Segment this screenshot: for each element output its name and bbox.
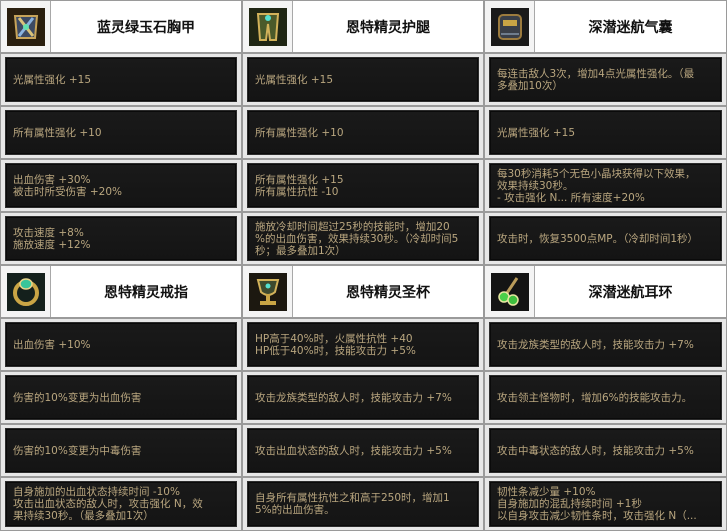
stat-text: 每连击敌人3次，增加4点光属性强化。（最 多叠加10次） — [489, 57, 722, 102]
item-header-ring[interactable]: 恩特精灵戒指 — [0, 265, 242, 318]
stat-text: 攻击中毒状态的敌人时，技能攻击力 +5% — [489, 428, 722, 473]
item-name: 深潜迷航耳环 — [588, 284, 673, 301]
item-name: 恩特精灵护腿 — [346, 19, 430, 36]
stat-cell: 攻击龙族类型的敌人时，技能攻击力 +7% — [484, 318, 727, 371]
item-header-earring[interactable]: 深潜迷航耳环 — [484, 265, 727, 318]
item-name: 深潜迷航气囊 — [588, 19, 673, 36]
ring-icon — [1, 266, 51, 317]
stat-text: 自身施加的出血状态持续时间 -10% 攻击出血状态的敌人时，攻击强化 N，效 果持续… — [5, 481, 237, 527]
stat-text: 攻击龙族类型的敌人时，技能攻击力 +7% — [247, 375, 479, 420]
stat-cell: 光属性强化 +15 — [0, 53, 242, 106]
stat-text: 攻击领主怪物时，增加6%的技能攻击力。 — [489, 375, 722, 420]
stat-text: 出血伤害 +30% 被击时所受伤害 +20% — [5, 163, 237, 208]
stat-cell: 攻击龙族类型的敌人时，技能攻击力 +7% — [242, 371, 484, 424]
stat-cell: 每连击敌人3次，增加4点光属性强化。（最 多叠加10次） — [484, 53, 727, 106]
stat-cell: 攻击中毒状态的敌人时，技能攻击力 +5% — [484, 424, 727, 477]
stat-text: 攻击时，恢复3500点MP。（冷却时间1秒） — [489, 216, 722, 261]
stat-text: 自身所有属性抗性之和高于250时，增加1 5%的出血伤害。 — [247, 481, 479, 527]
stat-text: 伤害的10%变更为出血伤害 — [5, 375, 237, 420]
chalice-icon — [243, 266, 293, 317]
stat-cell: 自身所有属性抗性之和高于250时，增加1 5%的出血伤害。 — [242, 477, 484, 531]
stat-cell: 韧性条减少量 +10% 自身施加的混乱持续时间 +1秒 以自身攻击减少韧性条时，攻击… — [484, 477, 727, 531]
armor-icon — [1, 1, 51, 52]
stat-cell: 每30秒消耗5个无色小晶块获得以下效果， 效果持续30秒。 - 攻击强化 N... … — [484, 159, 727, 212]
stat-text: 光属性强化 +15 — [5, 57, 237, 102]
stat-cell: 所有属性强化 +10 — [242, 106, 484, 159]
stat-cell: 伤害的10%变更为中毒伤害 — [0, 424, 242, 477]
leggings-icon — [243, 1, 293, 52]
stat-cell: 所有属性强化 +10 — [0, 106, 242, 159]
earring-icon — [485, 266, 535, 317]
stat-cell: 光属性强化 +15 — [484, 106, 727, 159]
stat-cell: 攻击出血状态的敌人时，技能攻击力 +5% — [242, 424, 484, 477]
stat-cell: 攻击领主怪物时，增加6%的技能攻击力。 — [484, 371, 727, 424]
item-header-airbag[interactable]: 深潜迷航气囊 — [484, 0, 727, 53]
stat-text: 攻击出血状态的敌人时，技能攻击力 +5% — [247, 428, 479, 473]
item-name: 恩特精灵圣杯 — [346, 284, 430, 301]
stat-text: 所有属性强化 +15 所有属性抗性 -10 — [247, 163, 479, 208]
item-header-breastplate[interactable]: 蓝灵绿玉石胸甲 — [0, 0, 242, 53]
stat-cell: 光属性强化 +15 — [242, 53, 484, 106]
stat-text: 伤害的10%变更为中毒伤害 — [5, 428, 237, 473]
stat-text: 出血伤害 +10% — [5, 322, 237, 367]
stat-cell: HP高于40%时，火属性抗性 +40 HP低于40%时，技能攻击力 +5% — [242, 318, 484, 371]
stat-text: HP高于40%时，火属性抗性 +40 HP低于40%时，技能攻击力 +5% — [247, 322, 479, 367]
stat-cell: 自身施加的出血状态持续时间 -10% 攻击出血状态的敌人时，攻击强化 N，效 果持续… — [0, 477, 242, 531]
item-name: 蓝灵绿玉石胸甲 — [97, 19, 195, 36]
stat-cell: 所有属性强化 +15 所有属性抗性 -10 — [242, 159, 484, 212]
stat-text: 每30秒消耗5个无色小晶块获得以下效果， 效果持续30秒。 - 攻击强化 N... … — [489, 163, 722, 208]
stat-cell: 出血伤害 +10% — [0, 318, 242, 371]
item-header-chalice[interactable]: 恩特精灵圣杯 — [242, 265, 484, 318]
stat-text: 所有属性强化 +10 — [247, 110, 479, 155]
stat-text: 韧性条减少量 +10% 自身施加的混乱持续时间 +1秒 以自身攻击减少韧性条时，攻击… — [489, 481, 722, 527]
equipment-table: 蓝灵绿玉石胸甲 恩特精灵护腿 深潜迷航气囊 光属性强化 +15 光属性强化 +1… — [0, 0, 727, 531]
stat-cell: 出血伤害 +30% 被击时所受伤害 +20% — [0, 159, 242, 212]
stat-text: 光属性强化 +15 — [247, 57, 479, 102]
stat-text: 所有属性强化 +10 — [5, 110, 237, 155]
stat-text: 施放冷却时间超过25秒的技能时，增加20 %的出血伤害，效果持续30秒。（冷却时间… — [247, 216, 479, 261]
stat-cell: 攻击速度 +8% 施放速度 +12% — [0, 212, 242, 265]
stat-text: 光属性强化 +15 — [489, 110, 722, 155]
stat-cell: 伤害的10%变更为出血伤害 — [0, 371, 242, 424]
stat-cell: 攻击时，恢复3500点MP。（冷却时间1秒） — [484, 212, 727, 265]
stat-cell: 施放冷却时间超过25秒的技能时，增加20 %的出血伤害，效果持续30秒。（冷却时间… — [242, 212, 484, 265]
item-name: 恩特精灵戒指 — [104, 284, 188, 301]
stat-text: 攻击速度 +8% 施放速度 +12% — [5, 216, 237, 261]
item-header-leggings[interactable]: 恩特精灵护腿 — [242, 0, 484, 53]
stat-text: 攻击龙族类型的敌人时，技能攻击力 +7% — [489, 322, 722, 367]
airbag-icon — [485, 1, 535, 52]
